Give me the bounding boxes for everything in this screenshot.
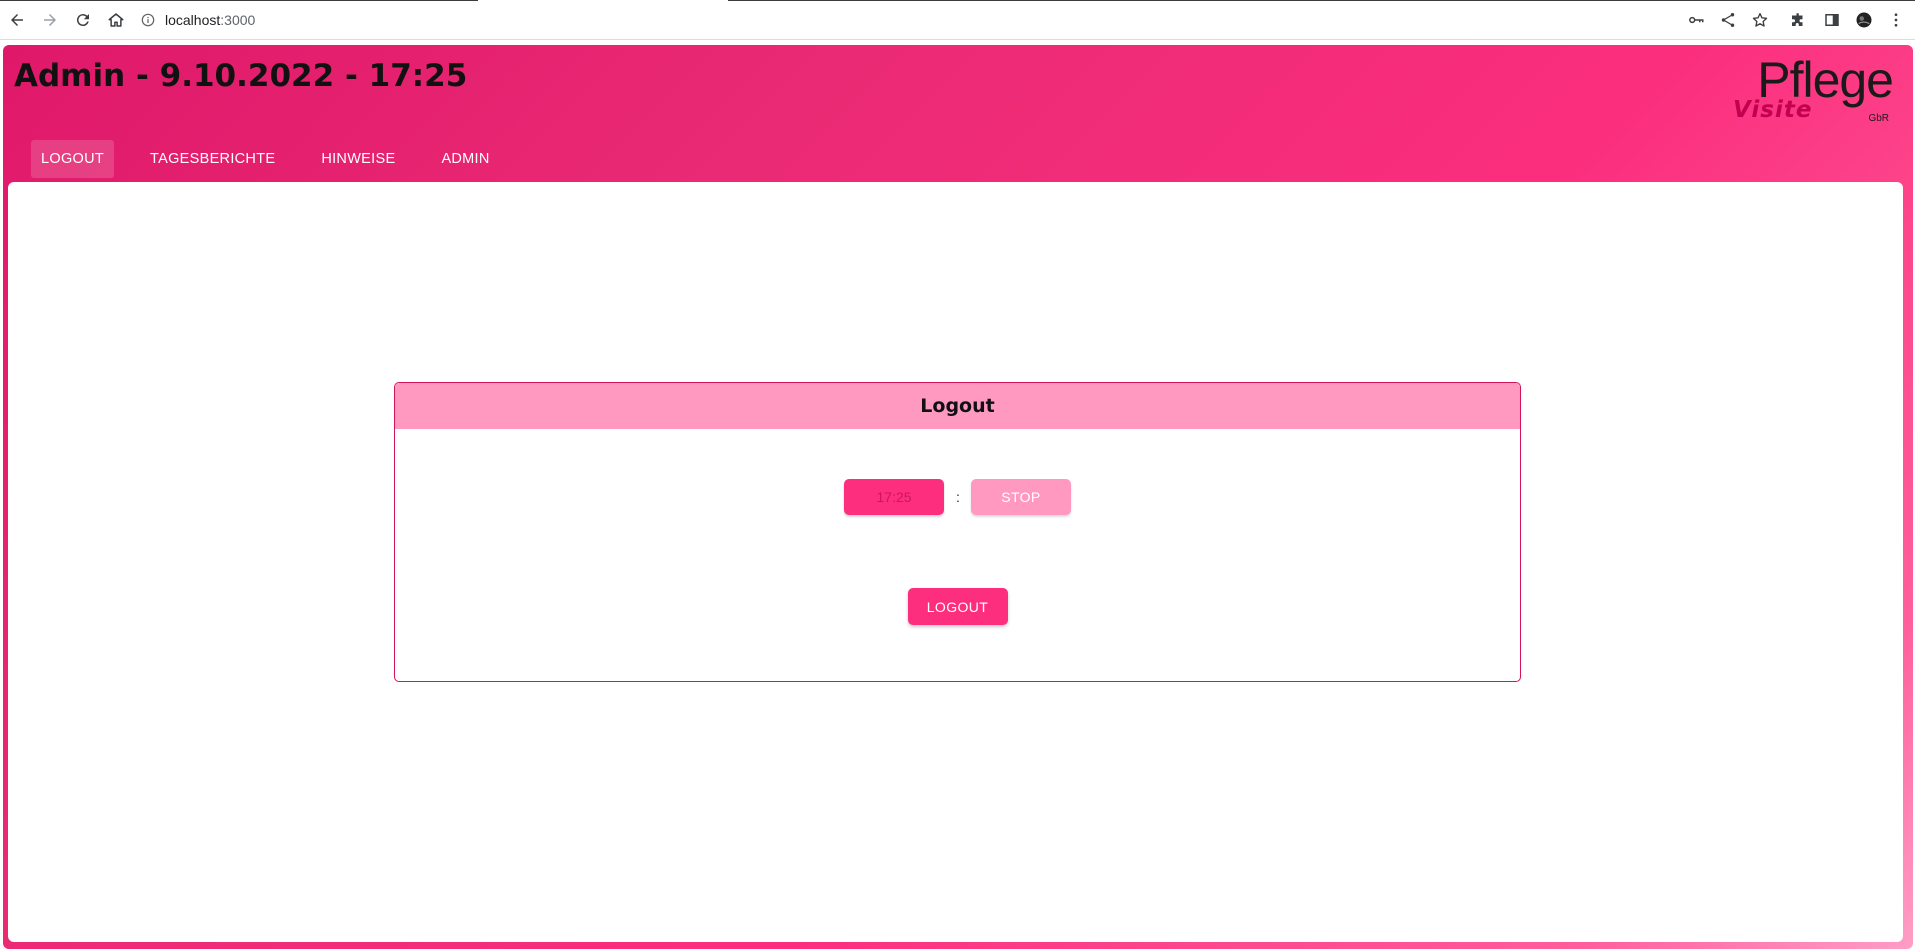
url-text: localhost:3000 <box>165 12 255 28</box>
logout-panel: Logout : STOP LOGOUT <box>394 382 1521 682</box>
panel-title: Logout <box>395 383 1520 429</box>
menu-icon[interactable] <box>1884 8 1908 32</box>
pflege-visite-logo: Pflege Visite GbR <box>1723 55 1903 127</box>
time-input[interactable] <box>844 479 945 515</box>
logo-text-visite: Visite <box>1733 97 1813 123</box>
logout-button[interactable]: LOGOUT <box>907 588 1008 625</box>
info-icon[interactable] <box>140 12 156 28</box>
reload-icon[interactable] <box>71 8 95 32</box>
window-top-border <box>0 0 1915 1</box>
nav-item-admin[interactable]: ADMIN <box>431 140 499 178</box>
logo-text-gbr: GbR <box>1868 113 1889 124</box>
share-icon[interactable] <box>1716 8 1740 32</box>
time-separator: : <box>956 489 960 505</box>
app-frame: Admin - 9.10.2022 - 17:25 Pflege Visite … <box>3 45 1913 949</box>
star-icon[interactable] <box>1748 8 1772 32</box>
stop-button[interactable]: STOP <box>970 479 1071 515</box>
home-icon[interactable] <box>104 8 128 32</box>
main-nav: LOGOUT TAGESBERICHTE HINWEISE ADMIN <box>31 140 526 178</box>
logout-row: LOGOUT <box>395 588 1520 625</box>
url-host: localhost <box>165 12 221 28</box>
forward-icon[interactable] <box>38 8 62 32</box>
side-panel-icon[interactable] <box>1820 8 1844 32</box>
back-icon[interactable] <box>5 8 29 32</box>
url-port: :3000 <box>220 12 256 28</box>
key-icon[interactable] <box>1684 8 1708 32</box>
nav-item-hinweise[interactable]: HINWEISE <box>311 140 405 178</box>
nav-item-tagesberichte[interactable]: TAGESBERICHTE <box>140 140 285 178</box>
address-bar[interactable]: localhost:3000 <box>140 6 1660 34</box>
active-tab-edge <box>478 0 728 2</box>
profile-avatar[interactable] <box>1852 8 1876 32</box>
nav-item-logout[interactable]: LOGOUT <box>31 140 115 178</box>
browser-toolbar: localhost:3000 <box>0 0 1915 40</box>
extensions-icon[interactable] <box>1786 8 1810 32</box>
main-content: Logout : STOP LOGOUT <box>8 182 1903 942</box>
time-row: : STOP <box>395 479 1520 515</box>
page-title: Admin - 9.10.2022 - 17:25 <box>14 58 468 94</box>
